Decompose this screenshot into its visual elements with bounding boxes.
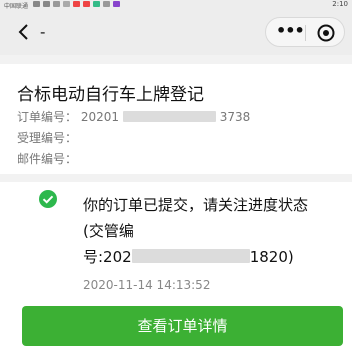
result-line-1: 你的订单已提交，请关注进度状态 [83, 196, 309, 214]
notification-icon [53, 1, 60, 7]
status-bar: 中国联通 2:10 [0, 0, 352, 10]
navigation-bar: - ••• [0, 10, 352, 55]
mail-number-row: 邮件编号： [17, 150, 77, 167]
clock: 2:10 [332, 0, 348, 8]
view-order-details-button[interactable]: 查看订单详情 [22, 306, 343, 346]
check-circle-icon [39, 190, 57, 208]
app-icon [63, 1, 70, 7]
traffic-number-prefix: 号:202 [83, 248, 132, 266]
order-title: 合标电动自行车上牌登记 [17, 85, 204, 105]
app-icon [103, 1, 110, 7]
target-circle-icon[interactable] [316, 23, 336, 43]
page-title: - [40, 23, 46, 41]
signal-icon [33, 1, 40, 7]
submit-timestamp: 2020-11-14 14:13:52 [83, 278, 211, 292]
app-icon [113, 1, 120, 7]
result-message: 你的订单已提交，请关注进度状态 (交管编 号:202 1820) [83, 192, 345, 270]
order-number-prefix: 20201 [80, 110, 120, 124]
accept-number-row: 受理编号： [17, 129, 77, 146]
order-number-suffix: 3738 [219, 110, 251, 124]
result-line-3: 号:202 1820) [83, 244, 345, 270]
order-card: 合标电动自行车上牌登记 订单编号： 20201 3738 受理编号： 邮件编号： [0, 64, 352, 174]
wifi-icon [43, 1, 50, 7]
accept-number-label: 受理编号： [17, 131, 78, 145]
capsule-divider [305, 25, 306, 41]
app-icon [73, 1, 80, 7]
mail-number-label: 邮件编号： [17, 152, 78, 166]
app-icon [93, 1, 100, 7]
more-dots-icon[interactable]: ••• [276, 22, 305, 42]
order-number-label: 订单编号： [17, 110, 78, 124]
chevron-left-icon[interactable] [14, 22, 34, 42]
carrier-label: 中国联通 [4, 3, 29, 10]
traffic-number-suffix: 1820) [249, 248, 294, 266]
result-line-2: (交管编 [83, 222, 134, 240]
mini-program-capsule: ••• [265, 17, 345, 47]
order-number-row: 订单编号： 20201 3738 [17, 108, 250, 125]
submission-result: 你的订单已提交，请关注进度状态 (交管编 号:202 1820) 2020-11-… [0, 182, 352, 353]
redaction-blur [122, 111, 216, 122]
redaction-blur [131, 249, 250, 263]
app-icon [83, 1, 90, 7]
